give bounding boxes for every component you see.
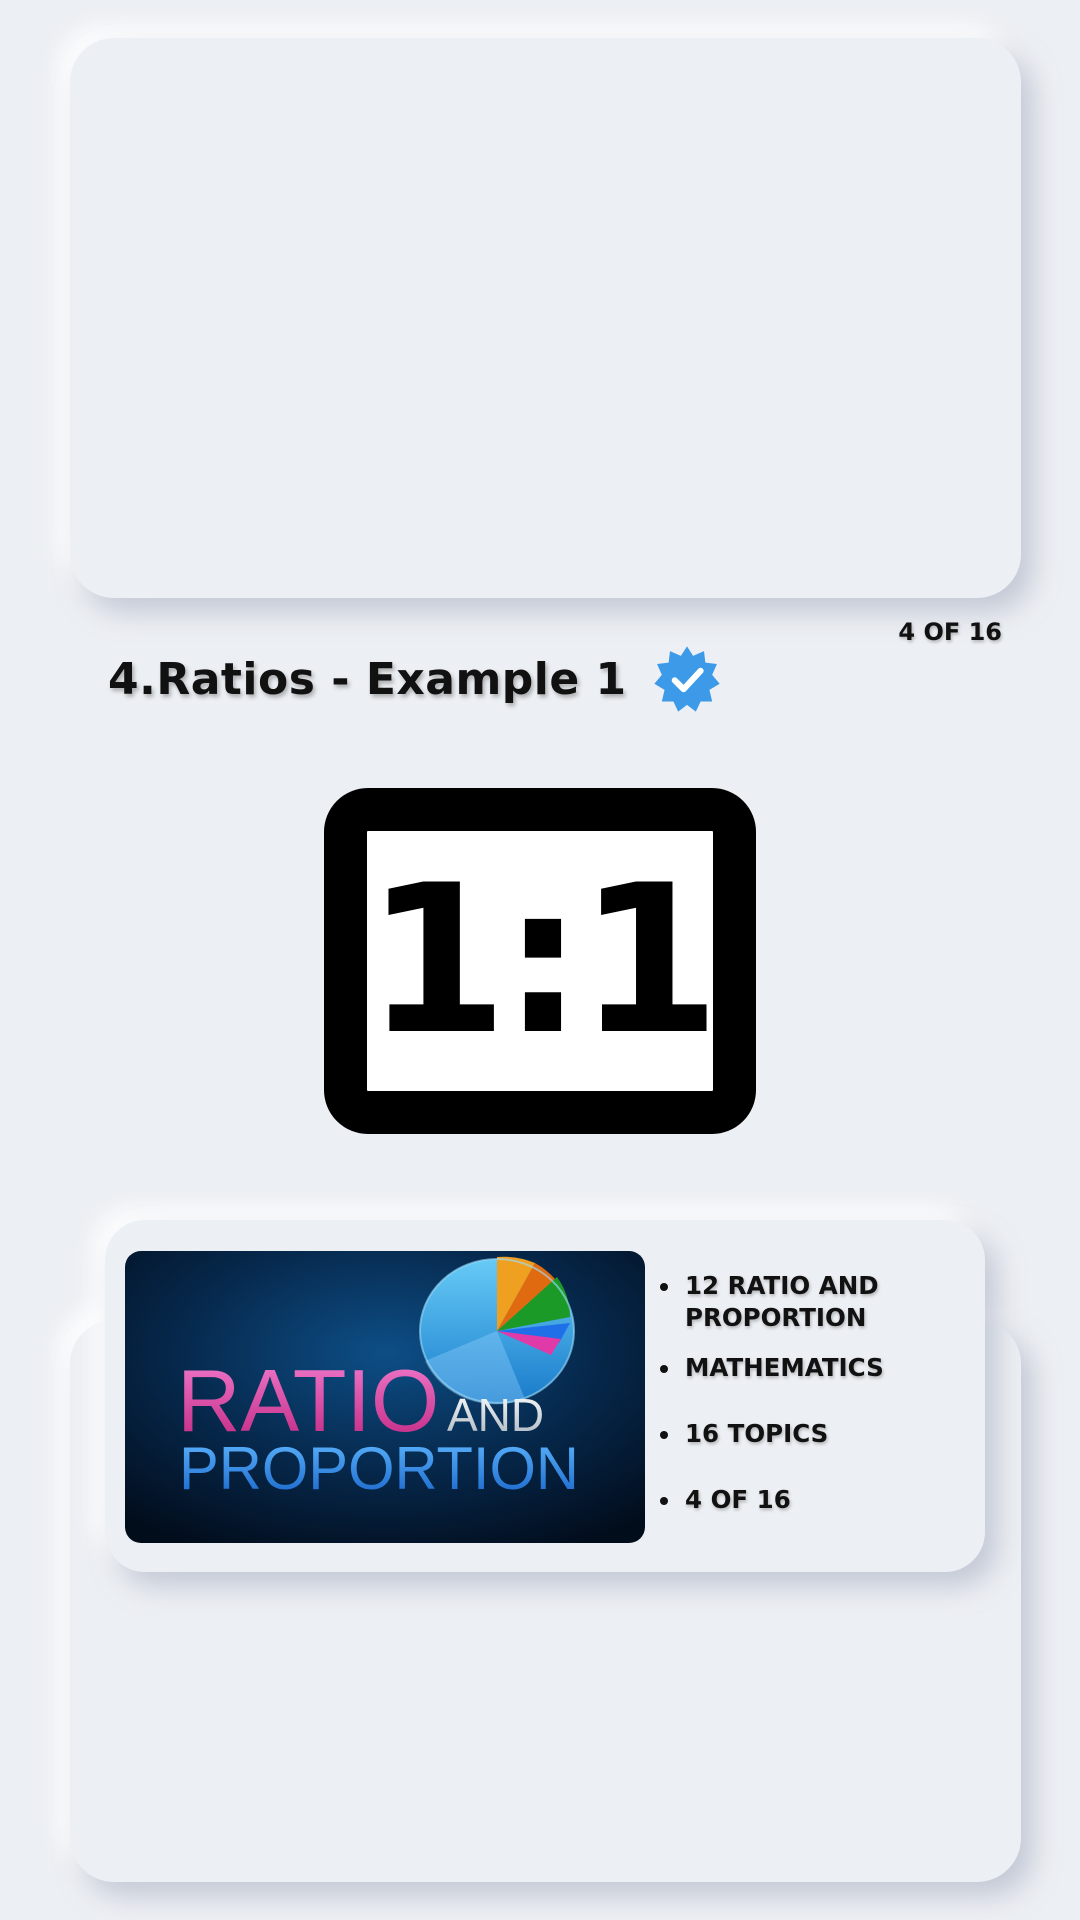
detail-subject: MATHEMATICS: [660, 1352, 980, 1384]
course-cover-image[interactable]: RATIO AND PROPORTION: [125, 1251, 645, 1543]
course-details-list: 12 RATIO AND PROPORTION MATHEMATICS 16 T…: [660, 1270, 980, 1550]
detail-course-name: 12 RATIO AND PROPORTION: [660, 1270, 980, 1334]
aspect-ratio-1-1-icon: 1:1: [324, 788, 756, 1134]
detail-topic-count: 16 TOPICS: [660, 1418, 980, 1450]
page-title: 4.Ratios - Example 1: [108, 653, 627, 705]
cover-word-and: AND: [447, 1389, 544, 1441]
title-row: 4.Ratios - Example 1: [108, 645, 721, 713]
verified-check-icon: [654, 646, 720, 712]
cover-word-proportion: PROPORTION: [179, 1435, 579, 1502]
ratio-label: 1:1: [365, 841, 720, 1080]
pie-chart-graphic: [419, 1256, 575, 1405]
lesson-counter: 4 OF 16: [898, 618, 1002, 646]
detail-progress: 4 OF 16: [660, 1484, 980, 1516]
video-placeholder-card[interactable]: [70, 38, 1021, 598]
